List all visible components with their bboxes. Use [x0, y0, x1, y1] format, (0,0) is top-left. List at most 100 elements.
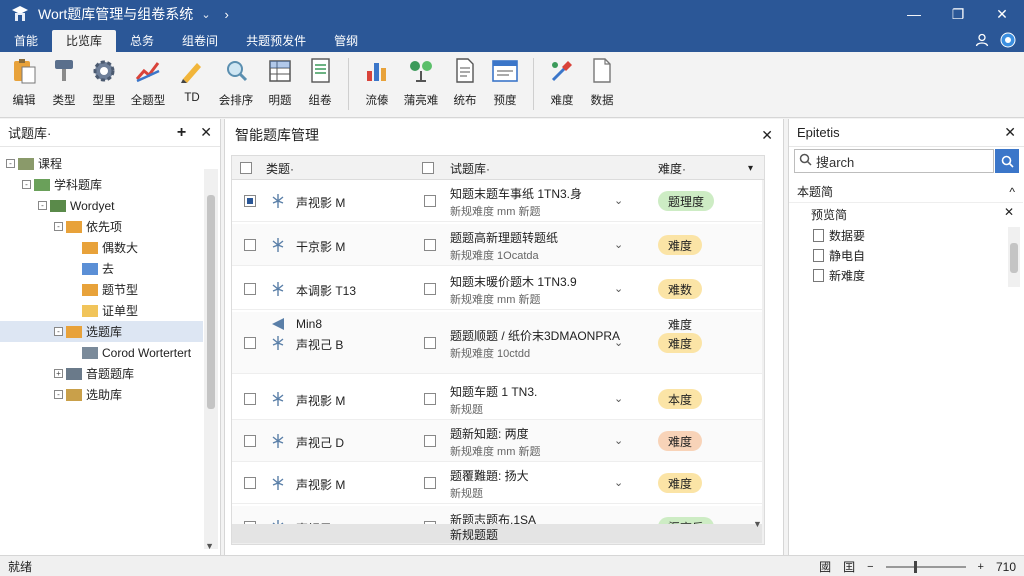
- tab-question-bank[interactable]: 比览库: [52, 30, 117, 52]
- table-row[interactable]: 声视己 B 题题顺题 / 纸价末3DMAONPRA 新规难度 10ctdd ⌄ 难度 Mi…: [232, 312, 764, 374]
- tree-node[interactable]: - 学科题库: [0, 174, 203, 195]
- data-button[interactable]: 数据: [582, 52, 622, 114]
- tree-node[interactable]: 去: [0, 258, 203, 279]
- tab-manage[interactable]: 管纲: [320, 30, 372, 52]
- minimize-button[interactable]: —: [892, 0, 936, 28]
- difficulty-button[interactable]: 难度: [542, 52, 582, 114]
- user-icon[interactable]: [972, 30, 992, 50]
- table-row[interactable]: 声视己 D 题新知题: 两度 新规难度 mm 新题 ⌄ 难度: [232, 420, 764, 462]
- restore-button[interactable]: ❐: [936, 0, 980, 28]
- zoom-slider[interactable]: [885, 560, 966, 573]
- scroll-down-arrow-icon[interactable]: ▼: [205, 541, 214, 551]
- type-button[interactable]: 类型: [44, 52, 84, 114]
- tree-scrollbar[interactable]: [204, 169, 218, 549]
- preview-button[interactable]: 预度: [485, 52, 525, 114]
- row-expand-chevron-icon[interactable]: ⌄: [614, 336, 623, 349]
- expand-toggle-icon[interactable]: +: [54, 369, 63, 378]
- row-checkbox[interactable]: [244, 337, 256, 349]
- select-all-checkbox[interactable]: [240, 162, 252, 174]
- expand-toggle-icon[interactable]: -: [54, 222, 63, 231]
- row-select-checkbox[interactable]: [424, 239, 436, 251]
- compose-paper-button[interactable]: 组卷: [300, 52, 340, 114]
- row-checkbox[interactable]: [244, 435, 256, 447]
- row-checkbox[interactable]: [244, 239, 256, 251]
- detail-button[interactable]: 明题: [260, 52, 300, 114]
- tree-node[interactable]: 题节型: [0, 279, 203, 300]
- flow-button[interactable]: 流傣: [357, 52, 397, 114]
- row-select-checkbox[interactable]: [424, 393, 436, 405]
- zoom-slider-knob[interactable]: [913, 560, 917, 573]
- property-item[interactable]: 静电自: [813, 247, 865, 264]
- tree-node[interactable]: 证单型: [0, 300, 203, 321]
- property-item[interactable]: 数据要: [813, 227, 865, 244]
- expand-toggle-icon[interactable]: -: [22, 180, 31, 189]
- expand-toggle-icon[interactable]: -: [38, 201, 47, 210]
- remove-item-icon[interactable]: ✕: [1004, 205, 1014, 219]
- table-row[interactable]: 声视影 M 知题车题 1 TN3. 新规题 ⌄ 本度: [232, 378, 764, 420]
- grid-scroll-down-icon[interactable]: ▼: [753, 519, 762, 529]
- statistics-button[interactable]: 统布: [445, 52, 485, 114]
- property-item[interactable]: 新难度: [813, 267, 865, 284]
- add-node-button[interactable]: +: [177, 124, 186, 142]
- view-layout-icon[interactable]: 囯: [843, 558, 855, 575]
- right-panel-scrollbar[interactable]: [1008, 227, 1020, 287]
- tree-node[interactable]: - Wordyet: [0, 195, 203, 216]
- row-select-checkbox[interactable]: [424, 195, 436, 207]
- tab-home[interactable]: 首能: [0, 30, 52, 52]
- column-type[interactable]: 类题·: [266, 156, 294, 180]
- expand-toggle-icon[interactable]: -: [54, 327, 63, 336]
- tree-node[interactable]: - 选题库: [0, 321, 203, 342]
- model-button[interactable]: 型里: [84, 52, 124, 114]
- column-question[interactable]: 试题库·: [450, 156, 490, 180]
- row-expand-chevron-icon[interactable]: ⌄: [614, 392, 623, 405]
- view-normal-icon[interactable]: 國: [819, 558, 831, 575]
- tree-node[interactable]: + 音题题库: [0, 363, 203, 384]
- row-select-checkbox[interactable]: [424, 477, 436, 489]
- row-checkbox[interactable]: [244, 393, 256, 405]
- collapse-caret-icon[interactable]: ^: [1009, 185, 1015, 199]
- row-expand-chevron-icon[interactable]: ⌄: [614, 194, 623, 207]
- search-button[interactable]: [995, 149, 1019, 173]
- table-row[interactable]: 本调影 T13 知题末暖价题木 1TN3.9 新规难度 mm 新题 ⌄ 难数: [232, 268, 764, 310]
- zoom-out-icon[interactable]: −: [867, 561, 873, 573]
- section-header[interactable]: 本题简 ^: [789, 181, 1023, 203]
- tree-node[interactable]: - 依先项: [0, 216, 203, 237]
- zoom-in-icon[interactable]: +: [978, 561, 984, 573]
- tab-paper-builder[interactable]: 组卷间: [168, 30, 232, 52]
- close-tree-panel-button[interactable]: ✕: [200, 124, 212, 142]
- edit-button[interactable]: 编辑: [4, 52, 44, 114]
- column-difficulty[interactable]: 难度·: [658, 156, 686, 180]
- row-checkbox[interactable]: [244, 477, 256, 489]
- table-row[interactable]: 声视影 M 知题末题车事纸 1TN3.身 新规难度 mm 新题 ⌄ 题理度: [232, 180, 764, 222]
- close-window-button[interactable]: ✕: [980, 0, 1024, 28]
- close-center-panel-button[interactable]: ✕: [761, 127, 773, 144]
- row-checkbox[interactable]: [244, 195, 256, 207]
- grid-scrollbar[interactable]: [762, 180, 764, 544]
- table-row[interactable]: 声视影 M 题覆難題: 扬大 新规题 ⌄ 难度: [232, 462, 764, 504]
- close-right-panel-button[interactable]: ✕: [1004, 124, 1016, 141]
- row-select-checkbox[interactable]: [424, 435, 436, 447]
- expand-toggle-icon[interactable]: -: [54, 390, 63, 399]
- sort-caret-icon[interactable]: ▾: [748, 156, 753, 180]
- title-forward-icon[interactable]: ›: [225, 7, 229, 22]
- difficulty-analysis-button[interactable]: 蒲亮难: [397, 52, 445, 114]
- expand-toggle-icon[interactable]: -: [6, 159, 15, 168]
- tab-publish[interactable]: 共题预发件: [232, 30, 320, 52]
- tree-node[interactable]: - 课程: [0, 153, 203, 174]
- column-checkbox[interactable]: [422, 162, 434, 174]
- row-select-checkbox[interactable]: [424, 337, 436, 349]
- tree-node[interactable]: 偶数大: [0, 237, 203, 258]
- right-panel-scroll-thumb[interactable]: [1010, 243, 1018, 273]
- row-select-checkbox[interactable]: [424, 283, 436, 295]
- property-item[interactable]: 预览简: [811, 206, 847, 223]
- tab-general[interactable]: 总务: [116, 30, 168, 52]
- row-expand-chevron-icon[interactable]: ⌄: [614, 282, 623, 295]
- row-expand-chevron-icon[interactable]: ⌄: [614, 434, 623, 447]
- table-row[interactable]: 干京影 M 题题高新理题转题纸 新规难度 1Ocatda ⌄ 难度: [232, 224, 764, 266]
- row-expand-chevron-icon[interactable]: ⌄: [614, 476, 623, 489]
- help-icon[interactable]: [998, 30, 1018, 50]
- row-checkbox[interactable]: [244, 283, 256, 295]
- row-expand-chevron-icon[interactable]: ⌄: [614, 238, 623, 251]
- title-dropdown-chevron-icon[interactable]: ⌄: [201, 8, 210, 21]
- sort-button[interactable]: 会排序: [212, 52, 260, 114]
